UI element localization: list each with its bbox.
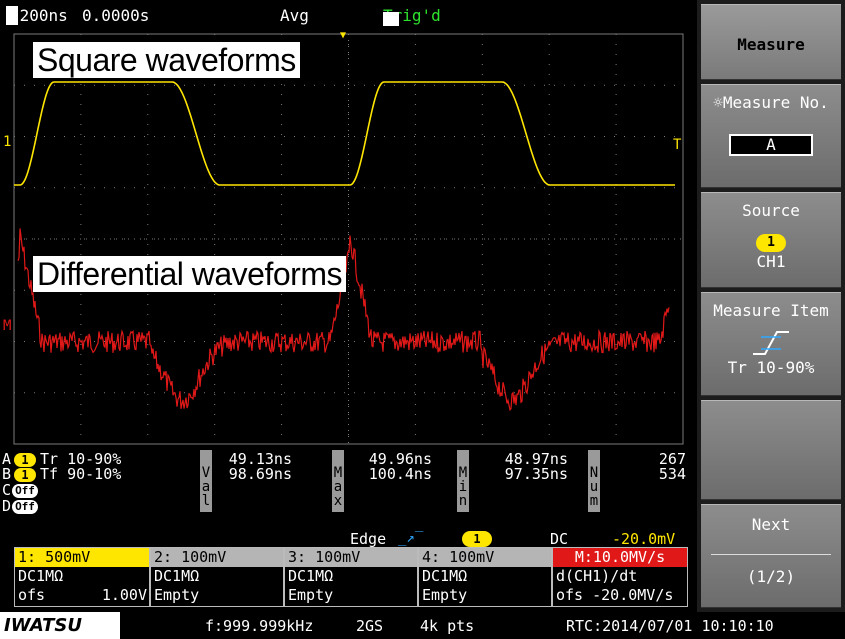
run-state-icon: ▶	[383, 12, 399, 26]
ch1-square-waveform	[14, 81, 675, 186]
brand-logo: IWATSU	[0, 612, 120, 639]
measurement-max: 100.4ns	[368, 465, 432, 483]
top-status-bar: M 200ns 0.0000s Avg ▶ Trig'd	[0, 0, 697, 30]
ch3-header: 3: 100mV	[285, 548, 417, 567]
measurement-channel-badge: 1	[14, 453, 36, 467]
bottom-status-bar: IWATSU f:999.999kHz 2GS 4k pts RTC:2014/…	[0, 612, 845, 639]
ch2-coupling: DC1MΩ	[154, 567, 200, 585]
menu-title-text: Measure	[737, 35, 805, 54]
column-label-num: Num	[588, 450, 600, 512]
trigger-level: -20.0mV	[612, 530, 676, 548]
trigger-status: ▶ Trig'd	[383, 6, 441, 26]
ch4-header: 4: 100mV	[419, 548, 551, 567]
math-header: M:10.0MV/s	[553, 548, 687, 567]
column-label-max: Max	[332, 450, 344, 512]
ch3-settings-box[interactable]: 3: 100mV DC1MΩ Empty	[284, 547, 418, 607]
differential-waveform-label: Differential waveforms	[33, 256, 346, 292]
measure-no-value[interactable]: A	[729, 134, 813, 156]
column-label-min-text: Min	[458, 465, 468, 509]
measurement-off-badge: Off	[12, 484, 38, 498]
column-label-val: Val	[200, 450, 212, 512]
menu-page-indicator: (1/2)	[746, 567, 796, 586]
ch1-coupling: DC1MΩ	[18, 567, 64, 585]
math-ground-marker: M	[3, 318, 12, 334]
source-button[interactable]: Source 1 CH1	[701, 192, 841, 288]
math-offset: ofs -20.0MV/s	[556, 586, 674, 604]
measurement-value: 98.69ns	[228, 465, 292, 483]
timebase-readout: M 200ns	[6, 6, 68, 25]
delay-readout: 0.0000s	[82, 6, 150, 25]
rise-time-icon	[753, 331, 789, 355]
next-label: Next	[751, 515, 791, 534]
empty-softkey[interactable]	[701, 400, 841, 500]
next-divider	[711, 554, 831, 555]
acquisition-mode: Avg	[280, 6, 309, 25]
ch2-header: 2: 100mV	[151, 548, 283, 567]
math-settings-box[interactable]: M:10.0MV/s d(CH1)/dt ofs -20.0MV/s	[552, 547, 688, 607]
menu-title: Measure	[701, 4, 841, 80]
ch4-coupling: DC1MΩ	[422, 567, 468, 585]
ch1-ground-marker: 1	[3, 134, 12, 150]
math-function: d(CH1)/dt	[556, 567, 638, 585]
measurement-off-badge: Off	[12, 500, 38, 514]
rising-edge-icon: _↗‾	[398, 530, 424, 546]
ch3-coupling: DC1MΩ	[288, 567, 334, 585]
trigger-type: Edge	[350, 530, 387, 548]
trigger-source-badge: 1	[462, 531, 492, 547]
measurement-count: 534	[658, 465, 686, 483]
ch1-offset: ofs 1.00V	[15, 586, 149, 605]
trigger-settings-line: Edge _↗‾ 1 DC -20.0mV	[0, 528, 697, 548]
ch1-header: 1: 500mV	[15, 548, 149, 567]
timebase-marker: M	[6, 6, 18, 25]
ch1-offset-label: ofs	[18, 586, 46, 604]
next-page-button[interactable]: Next (1/2)	[701, 504, 841, 608]
rise-time-icon-edge	[753, 331, 789, 355]
waveform-display: Square waveforms Differential waveforms …	[0, 30, 697, 450]
ch2-settings-box[interactable]: 2: 100mV DC1MΩ Empty	[150, 547, 284, 607]
column-label-min: Min	[457, 450, 469, 512]
measure-item-label: Measure Item	[713, 301, 829, 320]
frequency-counter: f:999.999kHz	[205, 617, 314, 635]
trigger-level-marker: T	[673, 137, 682, 153]
softkey-menu: Measure ☼Measure No. A Source 1 CH1 Meas…	[697, 0, 845, 612]
measurement-slot: B	[2, 465, 12, 483]
ch4-status: Empty	[422, 586, 468, 604]
measurement-min: 97.35ns	[504, 465, 568, 483]
source-label: Source	[742, 201, 800, 220]
measure-item-button[interactable]: Measure Item Tr 10-90%	[701, 292, 841, 396]
column-label-val-text: Val	[201, 465, 211, 509]
ch1-offset-value: 1.00V	[101, 586, 147, 604]
column-label-num-text: Num	[589, 465, 599, 509]
sample-rate: 2GS	[356, 617, 384, 635]
column-label-max-text: Max	[333, 465, 343, 509]
measure-no-label: Measure No.	[722, 93, 829, 112]
real-time-clock: RTC:2014/07/01 10:10:10	[566, 617, 774, 635]
source-name: CH1	[756, 252, 786, 271]
rotary-knob-icon: ☼	[713, 93, 723, 112]
measure-no-button[interactable]: ☼Measure No. A	[701, 84, 841, 188]
ch2-status: Empty	[154, 586, 200, 604]
record-length: 4k pts	[420, 617, 475, 635]
waveform-grid	[13, 33, 684, 445]
measurement-channel-badge: 1	[14, 468, 36, 482]
measure-item-value: Tr 10-90%	[727, 358, 815, 377]
trigger-position-icon: ▼	[340, 30, 347, 41]
ch3-status: Empty	[288, 586, 334, 604]
ch4-settings-box[interactable]: 4: 100mV DC1MΩ Empty	[418, 547, 552, 607]
ch1-settings-box[interactable]: 1: 500mV DC1MΩ ofs 1.00V	[14, 547, 150, 607]
trigger-coupling: DC	[550, 530, 569, 548]
square-waveform-label: Square waveforms	[33, 42, 300, 78]
source-channel-badge: 1	[756, 234, 786, 252]
timebase-value: 200ns	[19, 6, 68, 25]
measure-no-heading: ☼Measure No.	[701, 93, 841, 112]
measurement-item: Tf 90-10%	[40, 465, 122, 483]
